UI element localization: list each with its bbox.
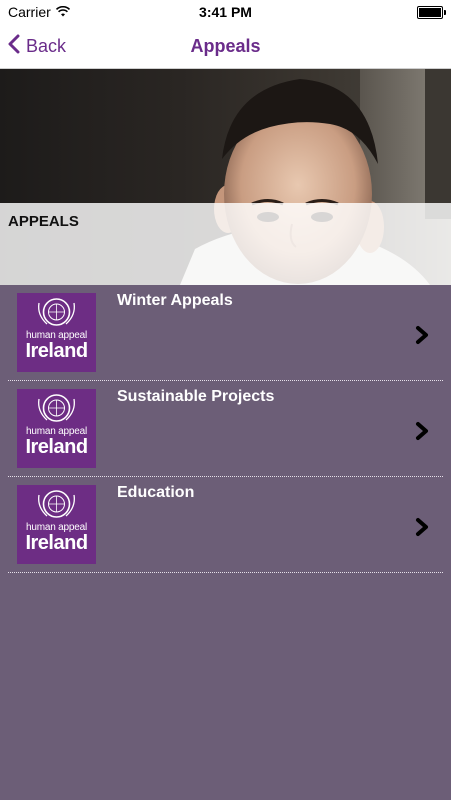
chevron-right-icon [416, 422, 428, 440]
logo-line2: Ireland [25, 532, 88, 554]
section-heading: APPEALS [8, 213, 79, 230]
status-bar: Carrier 3:41 PM [0, 0, 451, 24]
human-appeal-logo: human appeal Ireland [17, 485, 96, 564]
hero-banner: APPEALS [0, 69, 451, 285]
list-item-education[interactable]: human appeal Ireland Education [0, 477, 451, 573]
page-title: Appeals [190, 36, 261, 56]
chevron-right-icon [416, 518, 428, 536]
list-item-sustainable-projects[interactable]: human appeal Ireland Sustainable Project… [0, 381, 451, 477]
logo-line2: Ireland [25, 436, 88, 458]
list-item-title: Sustainable Projects [117, 388, 275, 405]
status-time: 3:41 PM [199, 4, 252, 20]
list-item-title: Winter Appeals [117, 292, 233, 309]
list-item-title: Education [117, 484, 195, 501]
human-appeal-logo: human appeal Ireland [17, 293, 96, 372]
logo-line2: Ireland [25, 340, 88, 362]
chevron-right-icon [416, 326, 428, 344]
human-appeal-logo: human appeal Ireland [17, 389, 96, 468]
list-divider [8, 572, 443, 573]
appeals-list: human appeal Ireland Winter Appeals huma… [0, 285, 451, 573]
list-item-winter-appeals[interactable]: human appeal Ireland Winter Appeals [0, 285, 451, 381]
navigation-bar: Back Appeals [0, 24, 451, 69]
battery-icon [417, 6, 446, 19]
